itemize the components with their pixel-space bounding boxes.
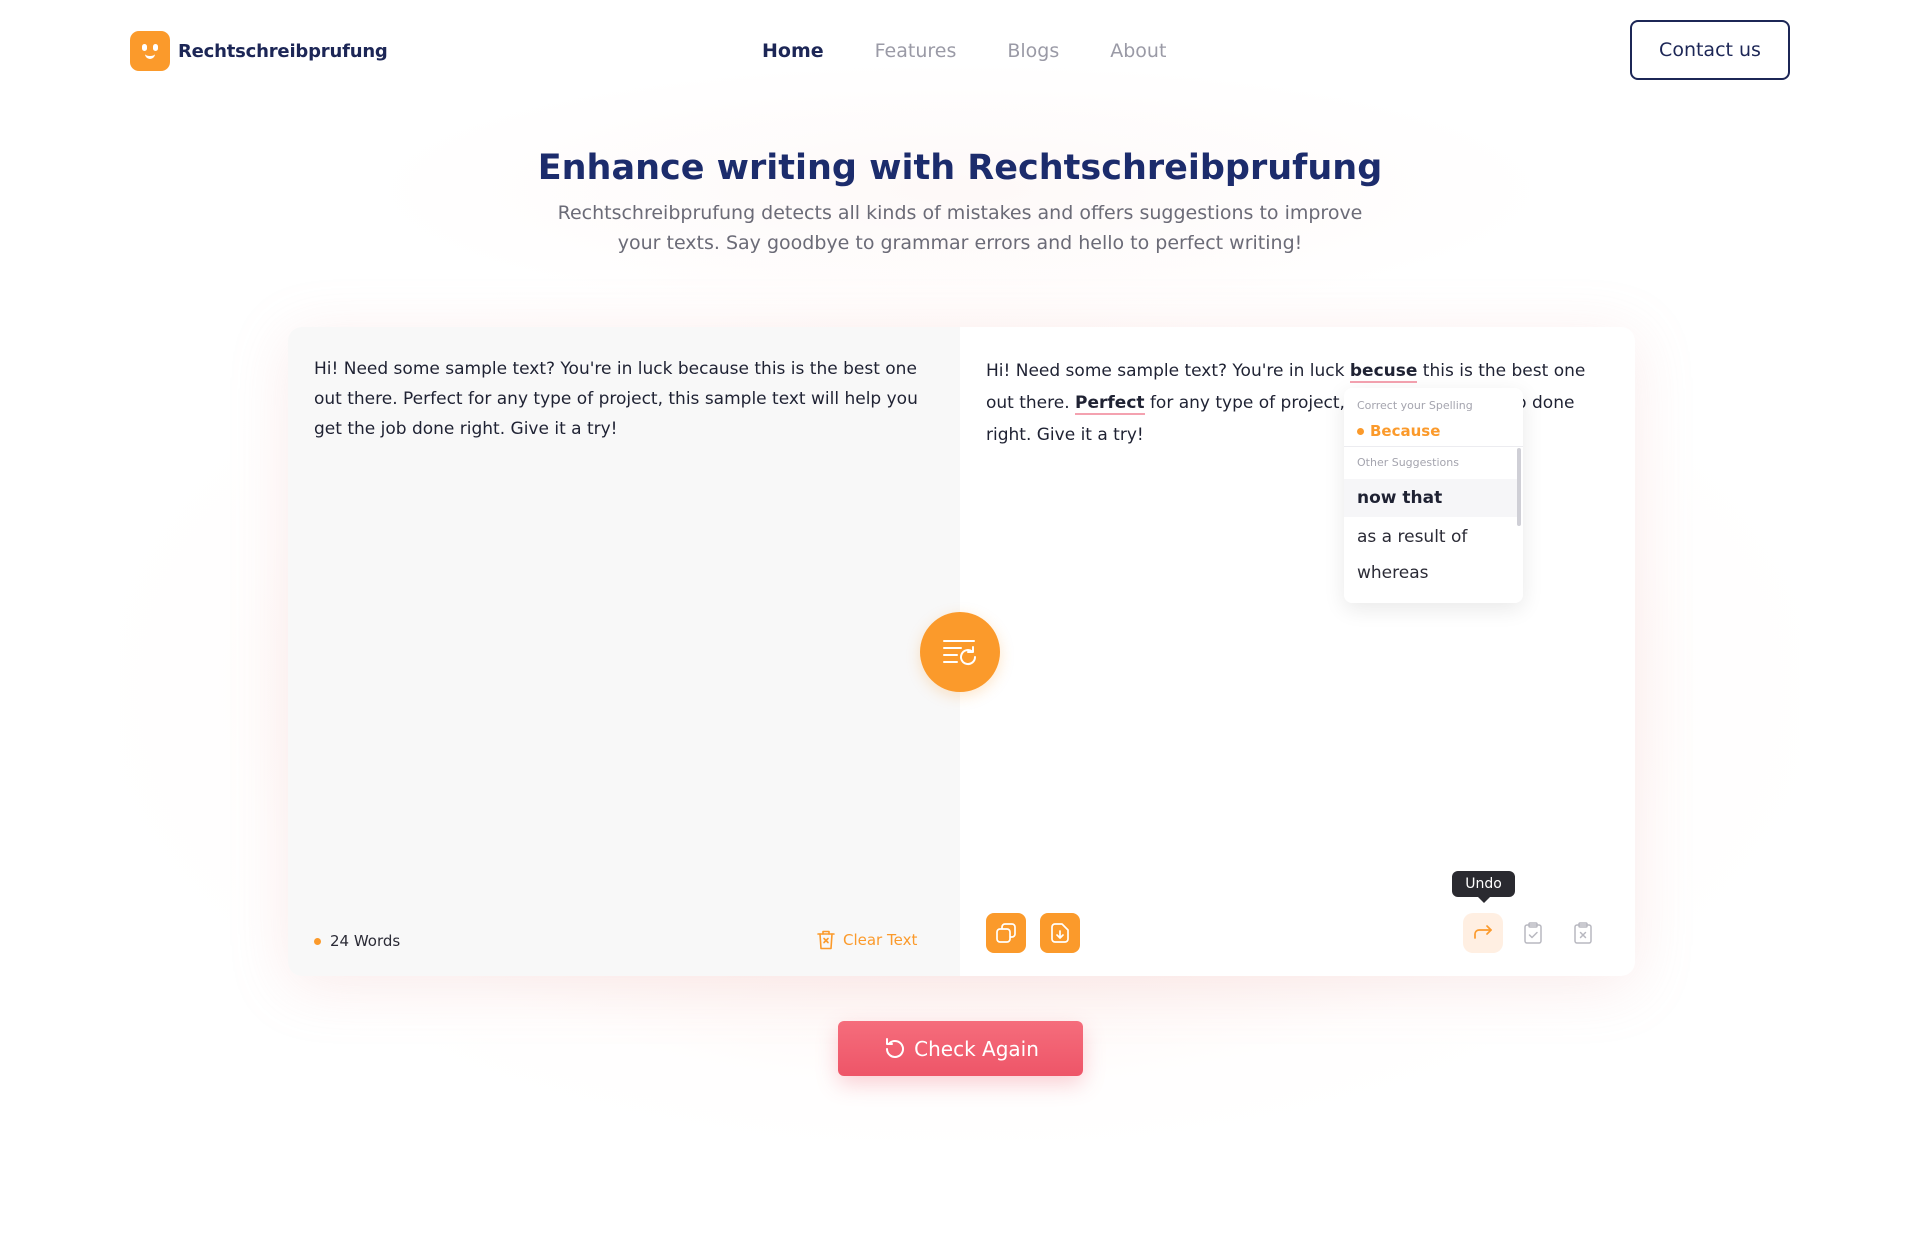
undo-tooltip: Undo xyxy=(1452,871,1515,903)
copy-icon xyxy=(996,923,1016,943)
spelling-label: Correct your Spelling xyxy=(1357,399,1473,412)
reject-all-button[interactable] xyxy=(1563,913,1603,953)
nav-blogs[interactable]: Blogs xyxy=(1007,40,1059,62)
brand-name: Rechtschreibprufung xyxy=(178,40,388,62)
nav-about[interactable]: About xyxy=(1110,40,1166,62)
undo-button[interactable] xyxy=(1463,913,1503,953)
bullet-dot-icon xyxy=(1357,427,1364,435)
input-pane[interactable]: Hi! Need some sample text? You're in luc… xyxy=(288,327,960,976)
contact-button[interactable]: Contact us xyxy=(1630,20,1790,80)
other-suggestions-label: Other Suggestions xyxy=(1357,456,1459,469)
suggestion-dropdown: Correct your Spelling Because Other Sugg… xyxy=(1344,388,1523,603)
text-segment: Hi! Need some sample text? You're in luc… xyxy=(986,361,1350,381)
error-word[interactable]: becuse xyxy=(1349,361,1418,383)
accept-all-button[interactable] xyxy=(1513,913,1553,953)
suggestion-item[interactable]: now that xyxy=(1344,479,1519,517)
text-segment: for any type of project, xyxy=(1144,393,1351,413)
input-text[interactable]: Hi! Need some sample text? You're in luc… xyxy=(314,354,924,444)
check-again-button[interactable]: Check Again xyxy=(838,1021,1083,1076)
dropdown-scrollbar[interactable] xyxy=(1517,448,1521,526)
clear-text-label: Clear Text xyxy=(843,931,918,949)
copy-button[interactable] xyxy=(986,913,1026,953)
trash-icon xyxy=(817,930,835,950)
bullet-dot-icon xyxy=(314,937,321,945)
logo-icon xyxy=(130,31,170,71)
page-subtitle: Rechtschreibprufung detects all kinds of… xyxy=(557,202,1363,254)
page-title: Enhance writing with Rechtschreibprufung xyxy=(537,148,1383,188)
check-again-label: Check Again xyxy=(914,1036,1039,1061)
word-count-label: 24 Words xyxy=(330,932,401,950)
output-pane: Hi! Need some sample text? You're in luc… xyxy=(960,327,1635,976)
suggestion-item[interactable]: whereas xyxy=(1344,554,1519,592)
word-count: 24 Words xyxy=(314,932,400,950)
primary-suggestion-label: Because xyxy=(1370,422,1441,440)
site-header: Rechtschreibprufung Home Features Blogs … xyxy=(0,0,1920,110)
refresh-icon xyxy=(886,1037,905,1058)
clipboard-x-icon xyxy=(1574,922,1592,944)
main-nav: Home Features Blogs About xyxy=(762,40,1166,62)
rephrase-icon xyxy=(943,640,977,666)
primary-suggestion[interactable]: Because xyxy=(1357,422,1440,440)
suggestion-item[interactable]: as a result of xyxy=(1344,518,1519,556)
divider xyxy=(1344,446,1523,447)
download-button[interactable] xyxy=(1040,913,1080,953)
clear-text-button[interactable]: Clear Text xyxy=(816,929,917,951)
brand-logo[interactable]: Rechtschreibprufung xyxy=(130,31,388,71)
nav-home[interactable]: Home xyxy=(762,40,824,62)
redo-icon xyxy=(1474,925,1492,939)
error-word[interactable]: Perfect xyxy=(1075,393,1145,415)
clipboard-check-icon xyxy=(1524,922,1542,944)
download-icon xyxy=(1051,923,1069,943)
nav-features[interactable]: Features xyxy=(875,40,957,62)
rephrase-button[interactable] xyxy=(920,612,1000,692)
